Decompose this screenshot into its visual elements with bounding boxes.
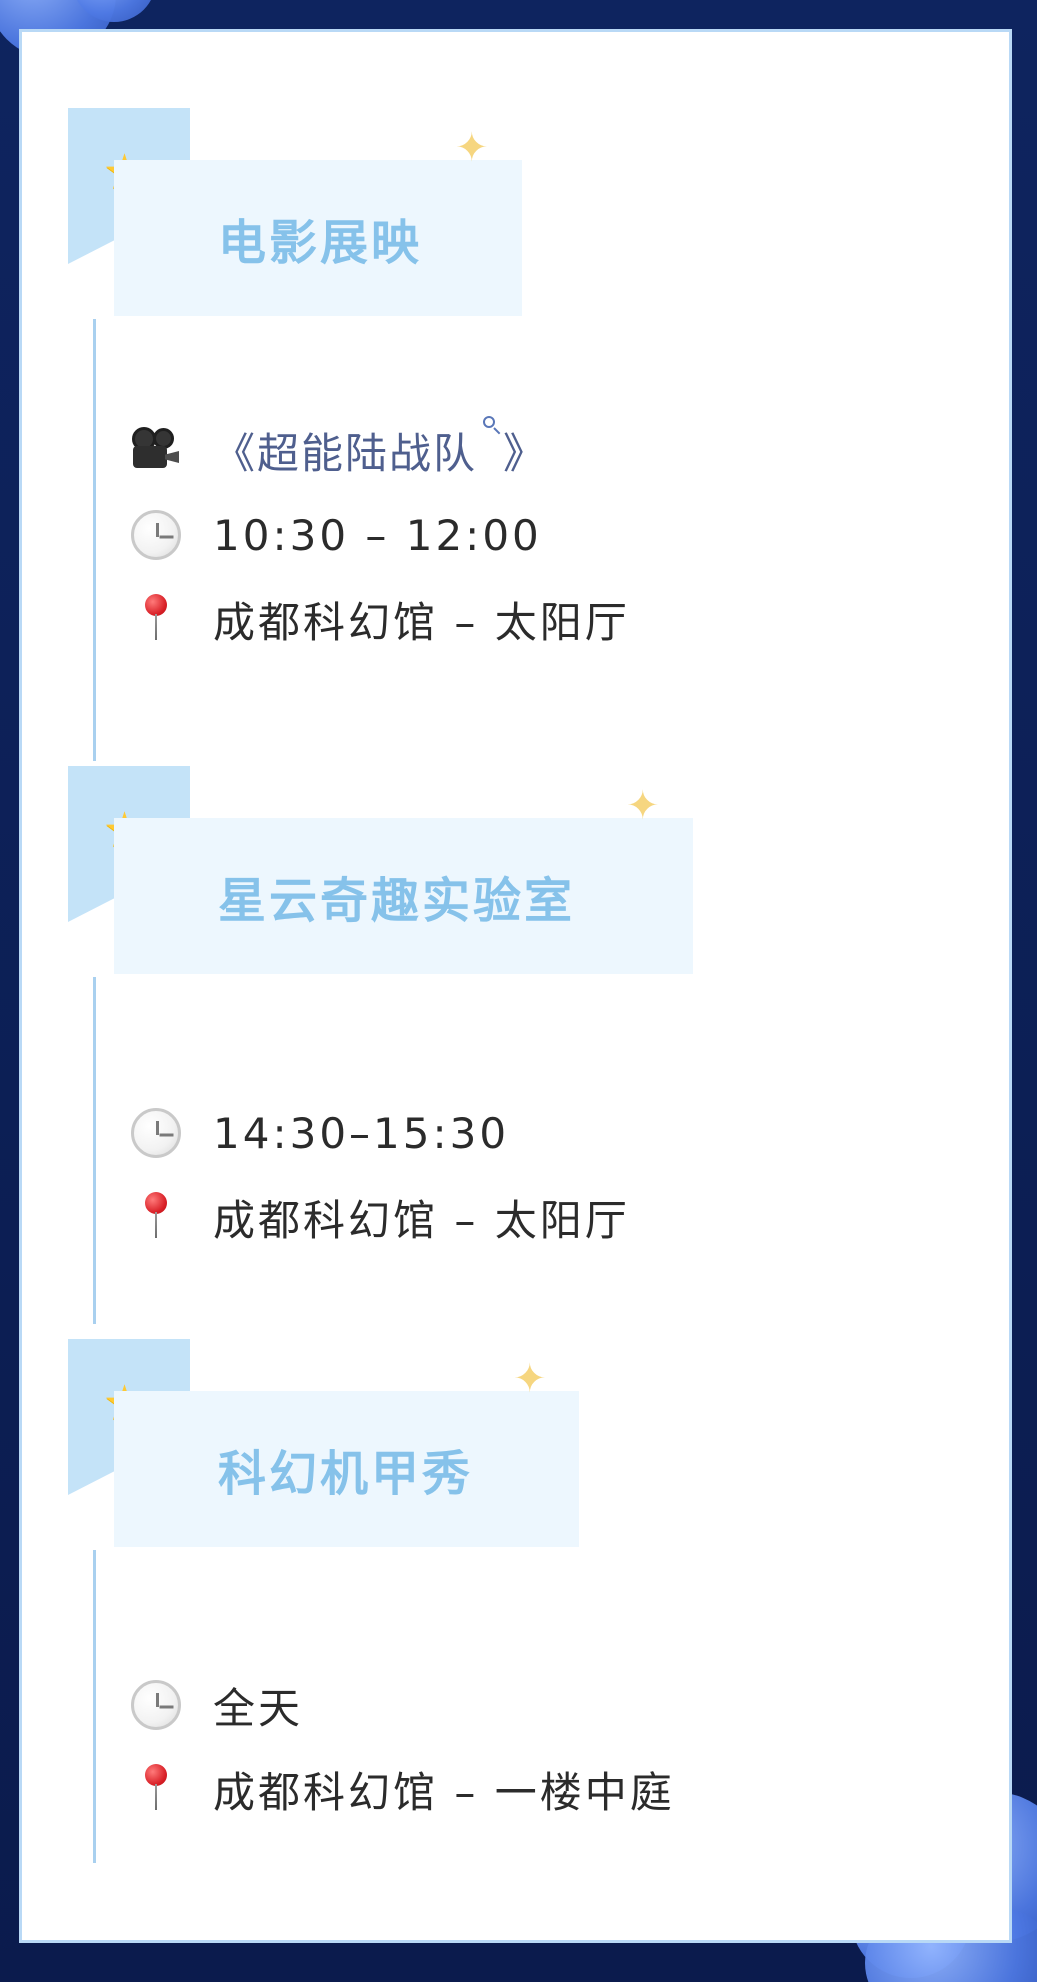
event-schedule-page: ★ 电影展映 ✦ 《 — [0, 0, 1037, 1982]
event-time: 10:30 – 12:00 — [213, 510, 542, 560]
timeline-line — [93, 319, 96, 761]
clock-icon — [127, 1676, 185, 1734]
time-row: 全天 — [127, 1675, 303, 1735]
section-title: 星云奇趣实验室 — [218, 873, 576, 929]
location-row: 成都科幻馆 – 太阳厅 — [127, 589, 630, 649]
clock-icon-graphic — [131, 1680, 181, 1730]
location-pin-icon — [127, 1760, 185, 1818]
location-pin-icon — [127, 590, 185, 648]
movie-camera-icon-graphic — [128, 427, 184, 473]
section-mech-show: ★ 科幻机甲秀 ✦ 全天 — [22, 1339, 1009, 1889]
time-row: 10:30 – 12:00 — [127, 505, 542, 565]
movie-left-mark: 《 — [213, 428, 258, 478]
search-icon[interactable] — [481, 414, 503, 436]
location-pin-icon — [127, 1188, 185, 1246]
movie-title: 《 超能陆战队 》 — [213, 415, 548, 481]
sparkle-icon: ✦ — [455, 125, 489, 171]
location-pin-icon-graphic — [138, 1764, 174, 1814]
section-movie-screening: ★ 电影展映 ✦ 《 — [22, 108, 1009, 761]
clock-icon-graphic — [131, 1108, 181, 1158]
timeline-line — [93, 977, 96, 1324]
section-title-box: 科幻机甲秀 — [114, 1391, 579, 1547]
location-pin-icon-graphic — [138, 594, 174, 644]
event-time: 14:30–15:30 — [213, 1108, 510, 1158]
section-title: 科幻机甲秀 — [218, 1446, 474, 1502]
section-nebula-lab: ★ 星云奇趣实验室 ✦ 14:30–15:30 — [22, 766, 1009, 1336]
timeline-line — [93, 1550, 96, 1863]
clock-icon-graphic — [131, 510, 181, 560]
schedule-card: ★ 电影展映 ✦ 《 — [19, 29, 1012, 1943]
sparkle-icon: ✦ — [626, 783, 660, 829]
section-title-box: 星云奇趣实验室 — [114, 818, 693, 974]
location-pin-icon-graphic — [138, 1192, 174, 1242]
sparkle-icon: ✦ — [513, 1356, 547, 1402]
location-row: 成都科幻馆 – 一楼中庭 — [127, 1759, 675, 1819]
clock-icon — [127, 1104, 185, 1162]
location-row: 成都科幻馆 – 太阳厅 — [127, 1187, 630, 1247]
movie-right-mark: 》 — [503, 428, 548, 478]
movie-name: 超能陆战队 — [257, 428, 478, 478]
event-location: 成都科幻馆 – 一楼中庭 — [213, 1767, 675, 1817]
section-title: 电影展映 — [218, 215, 423, 271]
time-row: 14:30–15:30 — [127, 1103, 509, 1163]
section-title-box: 电影展映 — [114, 160, 522, 316]
movie-row: 《 超能陆战队 》 — [127, 415, 548, 481]
movie-camera-icon — [127, 421, 185, 479]
event-location: 成都科幻馆 – 太阳厅 — [213, 1195, 630, 1245]
event-location: 成都科幻馆 – 太阳厅 — [213, 597, 630, 647]
event-time: 全天 — [213, 1683, 304, 1733]
clock-icon — [127, 506, 185, 564]
